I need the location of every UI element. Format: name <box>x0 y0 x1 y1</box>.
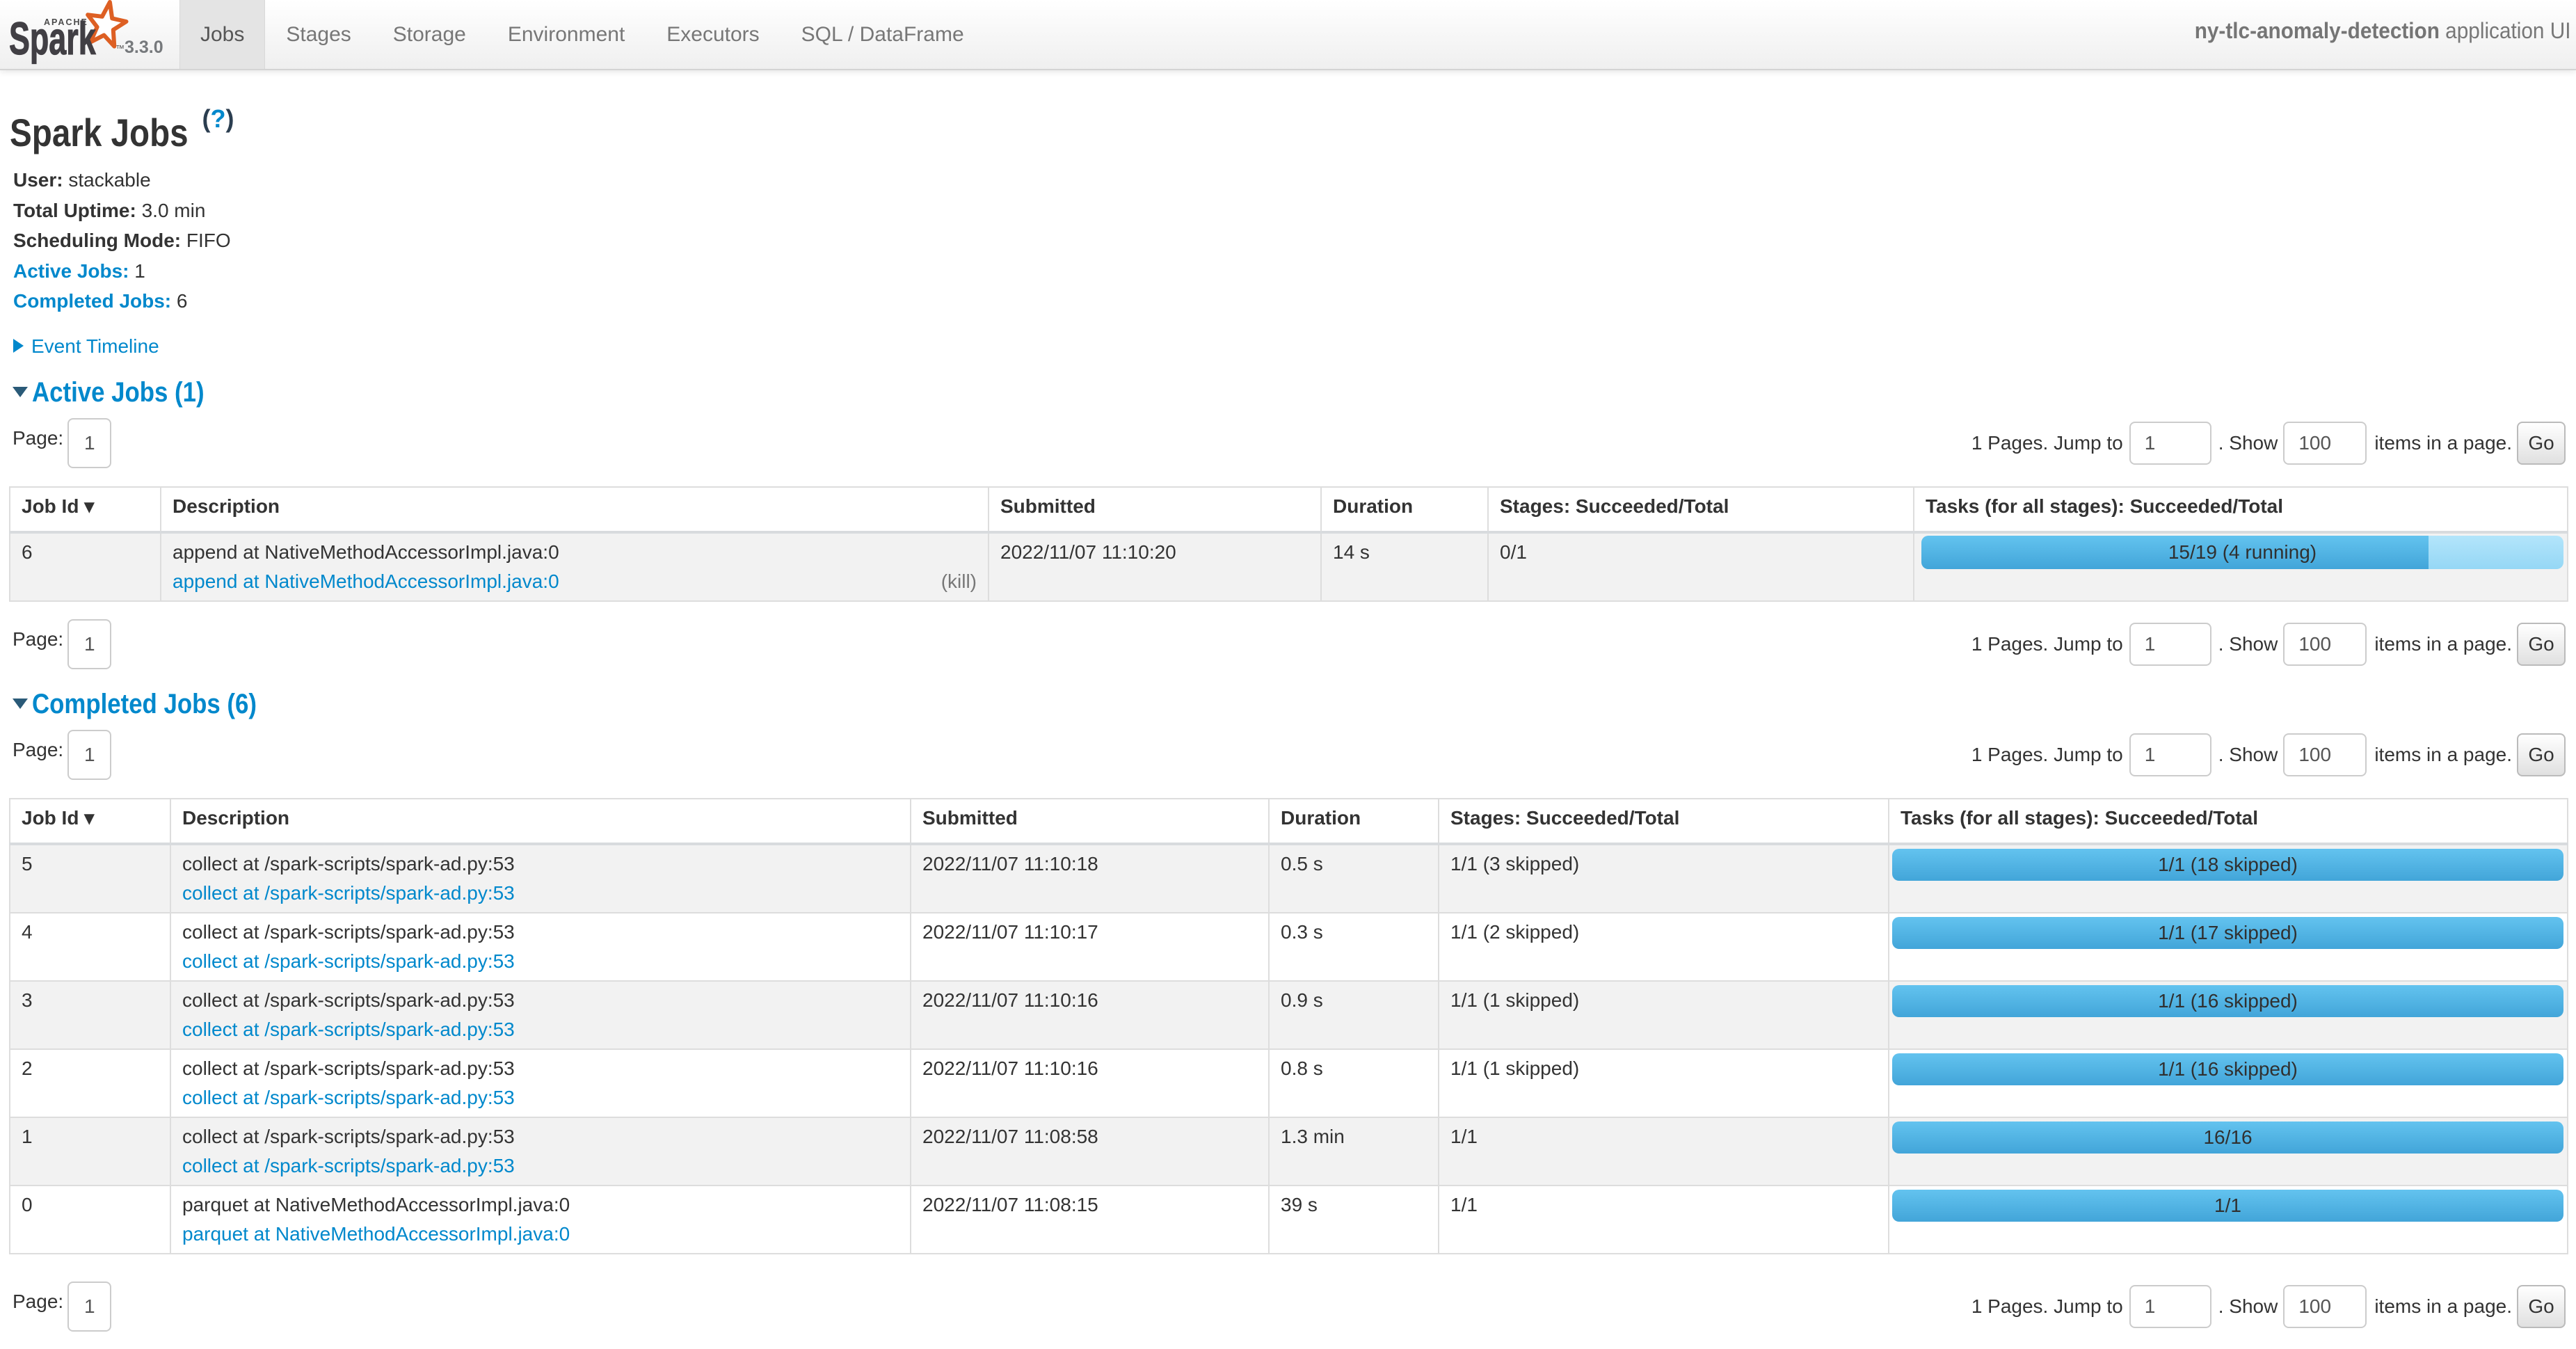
svg-text:Spark: Spark <box>10 13 96 64</box>
svg-text:™: ™ <box>115 43 125 54</box>
